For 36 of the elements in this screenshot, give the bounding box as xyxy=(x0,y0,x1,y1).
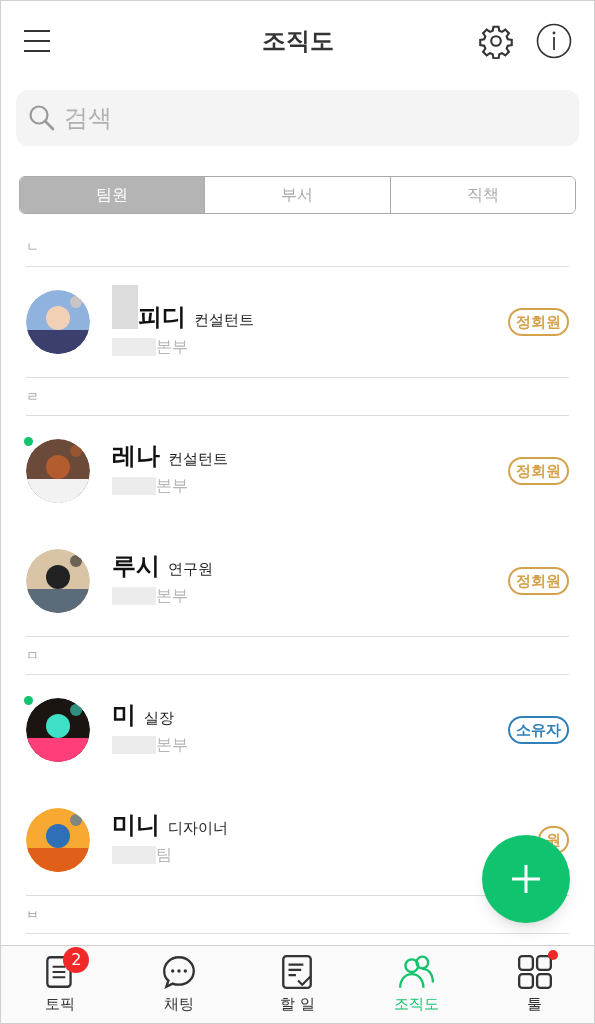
notification-badge: 2 xyxy=(63,947,90,974)
member-role: 컨설턴트 xyxy=(168,452,228,467)
section-letter: ㄹ xyxy=(26,387,39,406)
section-letter: ㅁ xyxy=(26,646,39,665)
page-title: 조직도 xyxy=(261,26,334,57)
menu-icon[interactable] xyxy=(23,29,51,53)
member-role: 실장 xyxy=(144,711,174,726)
role-badge: 정회원 xyxy=(508,457,569,485)
member-name: 루시 xyxy=(112,554,160,578)
nav-tab[interactable]: 채팅 xyxy=(119,946,239,1023)
member-name: 미니 xyxy=(112,813,160,837)
role-badge: 정회원 xyxy=(508,308,569,336)
member-department: 팀 xyxy=(156,844,172,866)
nav-tab[interactable]: 할 일 xyxy=(238,946,357,1023)
search-field[interactable]: 검색 xyxy=(16,90,579,146)
info-icon[interactable] xyxy=(536,23,572,59)
section-letter: ㅂ xyxy=(26,905,39,924)
nav-tab[interactable]: 툴 xyxy=(475,946,594,1023)
settings-icon[interactable] xyxy=(478,23,514,59)
member-name: 미 xyxy=(112,703,136,727)
member-department: 본부 xyxy=(156,336,188,358)
search-icon xyxy=(28,104,56,132)
role-badge: 정회원 xyxy=(508,567,569,595)
plus-icon xyxy=(511,864,541,894)
nav-tab[interactable]: 2 토픽 xyxy=(1,946,120,1023)
section-letter: ㄴ xyxy=(26,238,39,257)
grid-icon xyxy=(515,953,554,992)
member-department: 본부 xyxy=(156,585,188,607)
member-name: 레나 xyxy=(112,444,160,468)
member-role: 디자이너 xyxy=(168,821,228,836)
member-role: 컨설턴트 xyxy=(194,313,254,328)
member-department: 본부 xyxy=(156,734,188,756)
member-name: 피디 xyxy=(138,305,186,329)
role-badge: 소유자 xyxy=(508,716,569,744)
member-department: 본부 xyxy=(156,475,188,497)
member-role: 연구원 xyxy=(168,562,213,577)
